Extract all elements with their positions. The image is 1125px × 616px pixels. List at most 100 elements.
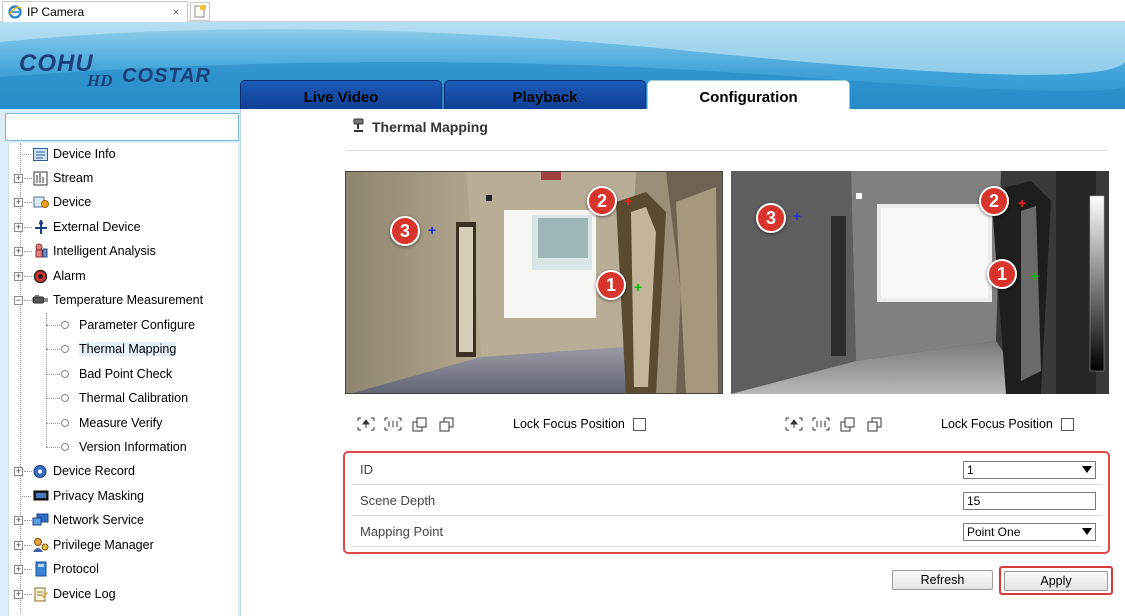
lock-focus-label: Lock Focus Position: [941, 417, 1053, 431]
collapse-icon[interactable]: −: [14, 295, 23, 305]
device-record-icon: [32, 463, 49, 479]
zoom-in-icon[interactable]: [357, 416, 375, 432]
copy-icon[interactable]: [839, 416, 857, 432]
page-title: Thermal Mapping: [352, 117, 488, 136]
expand-icon[interactable]: +: [14, 540, 23, 550]
refresh-button[interactable]: Refresh: [892, 570, 993, 590]
sidebar-item-external-device[interactable]: + External Device: [14, 217, 141, 237]
expand-icon[interactable]: +: [14, 222, 23, 232]
alarm-icon: [32, 268, 49, 284]
sidebar-subitem-measure-verify[interactable]: Measure Verify: [46, 413, 162, 433]
id-select[interactable]: 1: [963, 461, 1096, 479]
sidebar-subitem-parameter-configure[interactable]: Parameter Configure: [46, 315, 195, 335]
sidebar-item-label: Thermal Mapping: [79, 342, 177, 356]
id-label: ID: [360, 461, 373, 477]
sidebar-item-label: Thermal Calibration: [79, 391, 189, 405]
crosshair-point-1: +: [634, 279, 643, 295]
sidebar-item-label: Temperature Measurement: [53, 293, 204, 307]
expand-icon[interactable]: +: [14, 466, 23, 476]
page-title-text: Thermal Mapping: [372, 118, 488, 135]
expand-icon[interactable]: +: [14, 271, 23, 281]
apply-button[interactable]: Apply: [1004, 571, 1108, 591]
form-row-scene-depth: Scene Depth 15: [351, 485, 1102, 516]
visible-video-controls: Lock Focus Position: [357, 414, 646, 434]
marker-badge-1: 1: [987, 259, 1017, 289]
device-icon: [32, 194, 49, 210]
crosshair-point-2: +: [624, 193, 633, 209]
zoom-in-icon[interactable]: [785, 416, 803, 432]
visible-video-view[interactable]: + + + 3 2 1: [345, 171, 723, 394]
visible-camera-image: [346, 172, 722, 393]
sidebar-search-input[interactable]: [5, 113, 239, 141]
thermal-video-view[interactable]: + + + 3 2 1: [731, 171, 1109, 394]
expand-icon[interactable]: +: [14, 564, 23, 574]
sidebar: Device Info + Stream + Device + External…: [0, 109, 241, 616]
lock-focus-label: Lock Focus Position: [513, 417, 625, 431]
zoom-out-icon[interactable]: [812, 416, 830, 432]
expand-icon[interactable]: +: [14, 246, 23, 256]
marker-badge-3: 3: [756, 203, 786, 233]
sidebar-item-privacy-masking[interactable]: Privacy Masking: [20, 486, 144, 506]
sidebar-subitem-thermal-mapping[interactable]: Thermal Mapping: [46, 339, 177, 359]
scene-depth-input[interactable]: 15: [963, 492, 1096, 510]
paste-icon[interactable]: [866, 416, 884, 432]
sidebar-subitem-bad-point-check[interactable]: Bad Point Check: [46, 364, 172, 384]
sidebar-item-device[interactable]: + Device: [14, 192, 92, 212]
sidebar-item-label: External Device: [53, 220, 141, 234]
zoom-out-icon[interactable]: [384, 416, 402, 432]
sidebar-subitem-thermal-calibration[interactable]: Thermal Calibration: [46, 388, 188, 408]
sidebar-item-intelligent-analysis[interactable]: + Intelligent Analysis: [14, 241, 156, 261]
thermal-camera-image: [731, 171, 1109, 394]
sidebar-item-alarm[interactable]: + Alarm: [14, 266, 86, 286]
config-tree: Device Info + Stream + Device + External…: [8, 143, 238, 616]
thermal-mapping-icon: [352, 117, 366, 136]
tab-playback[interactable]: Playback: [444, 80, 646, 109]
tab-configuration[interactable]: Configuration: [647, 80, 850, 109]
expand-icon[interactable]: +: [14, 197, 23, 207]
sidebar-subitem-version-information[interactable]: Version Information: [46, 437, 187, 457]
paste-icon[interactable]: [438, 416, 456, 432]
sidebar-item-temperature-measurement[interactable]: − Temperature Measurement: [14, 290, 204, 310]
sidebar-item-label: Device Info: [53, 147, 116, 161]
sidebar-item-protocol[interactable]: + Protocol: [14, 559, 99, 579]
logo-cohu-text: COHU: [19, 50, 94, 77]
sidebar-item-label: Stream: [53, 171, 94, 185]
sidebar-item-label: Protocol: [53, 562, 99, 576]
marker-badge-1: 1: [596, 270, 626, 300]
lock-focus-checkbox[interactable]: [1060, 417, 1074, 431]
marker-badge-2: 2: [587, 186, 617, 216]
lock-focus-checkbox[interactable]: [632, 417, 646, 431]
mapping-point-select[interactable]: Point One: [963, 523, 1096, 541]
sidebar-item-device-log[interactable]: + Device Log: [14, 584, 116, 604]
sidebar-item-label: Measure Verify: [79, 416, 163, 430]
sidebar-item-label: Network Service: [53, 513, 144, 527]
sidebar-item-label: Device Record: [53, 464, 135, 478]
network-service-icon: [32, 512, 49, 528]
radio-bullet-icon: [61, 419, 69, 427]
sidebar-item-label: Version Information: [79, 440, 187, 454]
radio-bullet-icon: [61, 370, 69, 378]
sidebar-item-stream[interactable]: + Stream: [14, 168, 94, 188]
expand-icon[interactable]: +: [14, 515, 23, 525]
sidebar-item-privilege-manager[interactable]: + Privilege Manager: [14, 535, 154, 555]
sidebar-item-network-service[interactable]: + Network Service: [14, 510, 144, 530]
new-tab-button[interactable]: [190, 2, 210, 21]
radio-bullet-icon: [61, 394, 69, 402]
browser-tab[interactable]: IP Camera ×: [2, 1, 188, 22]
expand-icon[interactable]: +: [14, 173, 23, 183]
tab-live-video[interactable]: Live Video: [240, 80, 442, 109]
copy-icon[interactable]: [411, 416, 429, 432]
sidebar-item-label: Device Log: [53, 587, 116, 601]
tab-label: Configuration: [699, 89, 798, 106]
close-icon[interactable]: ×: [169, 5, 183, 19]
sidebar-item-device-record[interactable]: + Device Record: [14, 461, 135, 481]
sidebar-item-label: Privilege Manager: [53, 538, 154, 552]
tab-label: Playback: [512, 89, 578, 106]
sidebar-item-label: Device: [53, 195, 92, 209]
sidebar-item-device-info[interactable]: Device Info: [20, 144, 116, 164]
tab-label: Live Video: [303, 89, 379, 106]
expand-icon[interactable]: +: [14, 589, 23, 599]
thermal-video-controls: Lock Focus Position: [785, 414, 1074, 434]
mapping-point-label: Mapping Point: [360, 523, 444, 539]
crosshair-point-1: +: [1031, 268, 1040, 284]
